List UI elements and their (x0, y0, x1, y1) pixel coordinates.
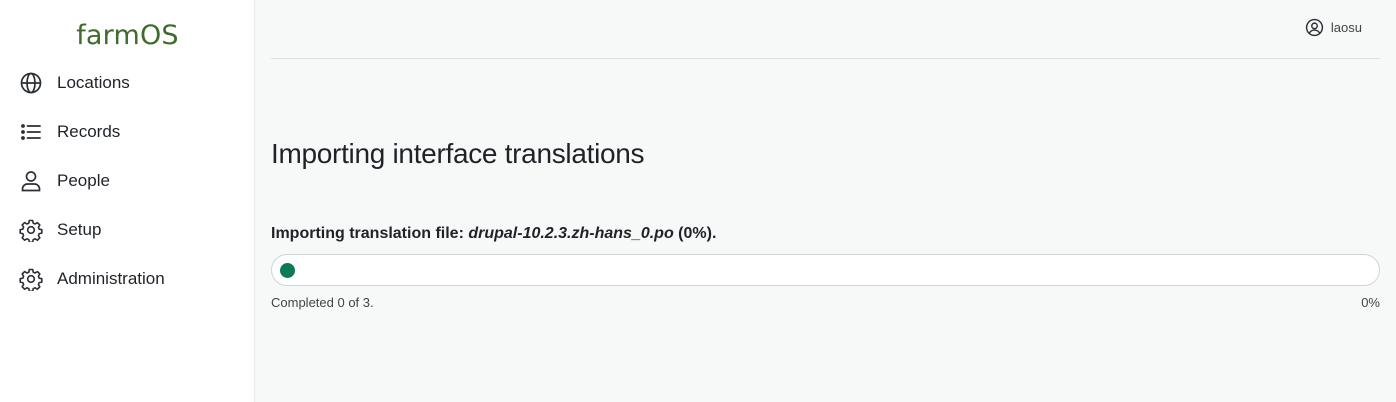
app-root: farmOS Locations Records People Setup Ad… (0, 0, 1396, 402)
sidebar-item-label: Administration (57, 269, 165, 288)
user-menu[interactable]: laosu (1305, 18, 1362, 37)
user-circle-icon (1305, 18, 1324, 37)
main-content: laosu Importing interface translations I… (255, 0, 1396, 402)
sidebar-item-administration[interactable]: Administration (18, 266, 165, 292)
globe-icon (18, 70, 44, 96)
progress-file-name: drupal-10.2.3.zh-hans_0.po (468, 225, 674, 242)
sidebar-item-label: Locations (57, 73, 130, 92)
gear-icon (18, 266, 44, 292)
sidebar-item-label: Records (57, 122, 121, 141)
progress-message: Importing translation file: drupal-10.2.… (271, 225, 716, 243)
person-icon (18, 168, 44, 194)
list-icon (18, 119, 44, 145)
progress-percent: 0% (1361, 295, 1380, 310)
progress-message-suffix: (0%). (673, 225, 717, 242)
sidebar-item-label: Setup (57, 220, 102, 239)
app-logo[interactable]: farmOS (0, 20, 255, 51)
sidebar: farmOS Locations Records People Setup Ad… (0, 0, 255, 402)
page-title: Importing interface translations (271, 138, 645, 169)
progress-status: Completed 0 of 3. (271, 295, 374, 310)
progress-indicator (280, 263, 295, 278)
top-bar: laosu (271, 0, 1380, 59)
user-name: laosu (1330, 20, 1362, 35)
progress-message-prefix: Importing translation file: (271, 225, 469, 242)
sidebar-item-locations[interactable]: Locations (18, 70, 130, 96)
sidebar-item-setup[interactable]: Setup (18, 217, 101, 243)
gear-icon (18, 217, 44, 243)
sidebar-item-label: People (57, 171, 110, 190)
progress-bar (271, 254, 1380, 286)
sidebar-item-records[interactable]: Records (18, 119, 120, 145)
sidebar-item-people[interactable]: People (18, 168, 110, 194)
